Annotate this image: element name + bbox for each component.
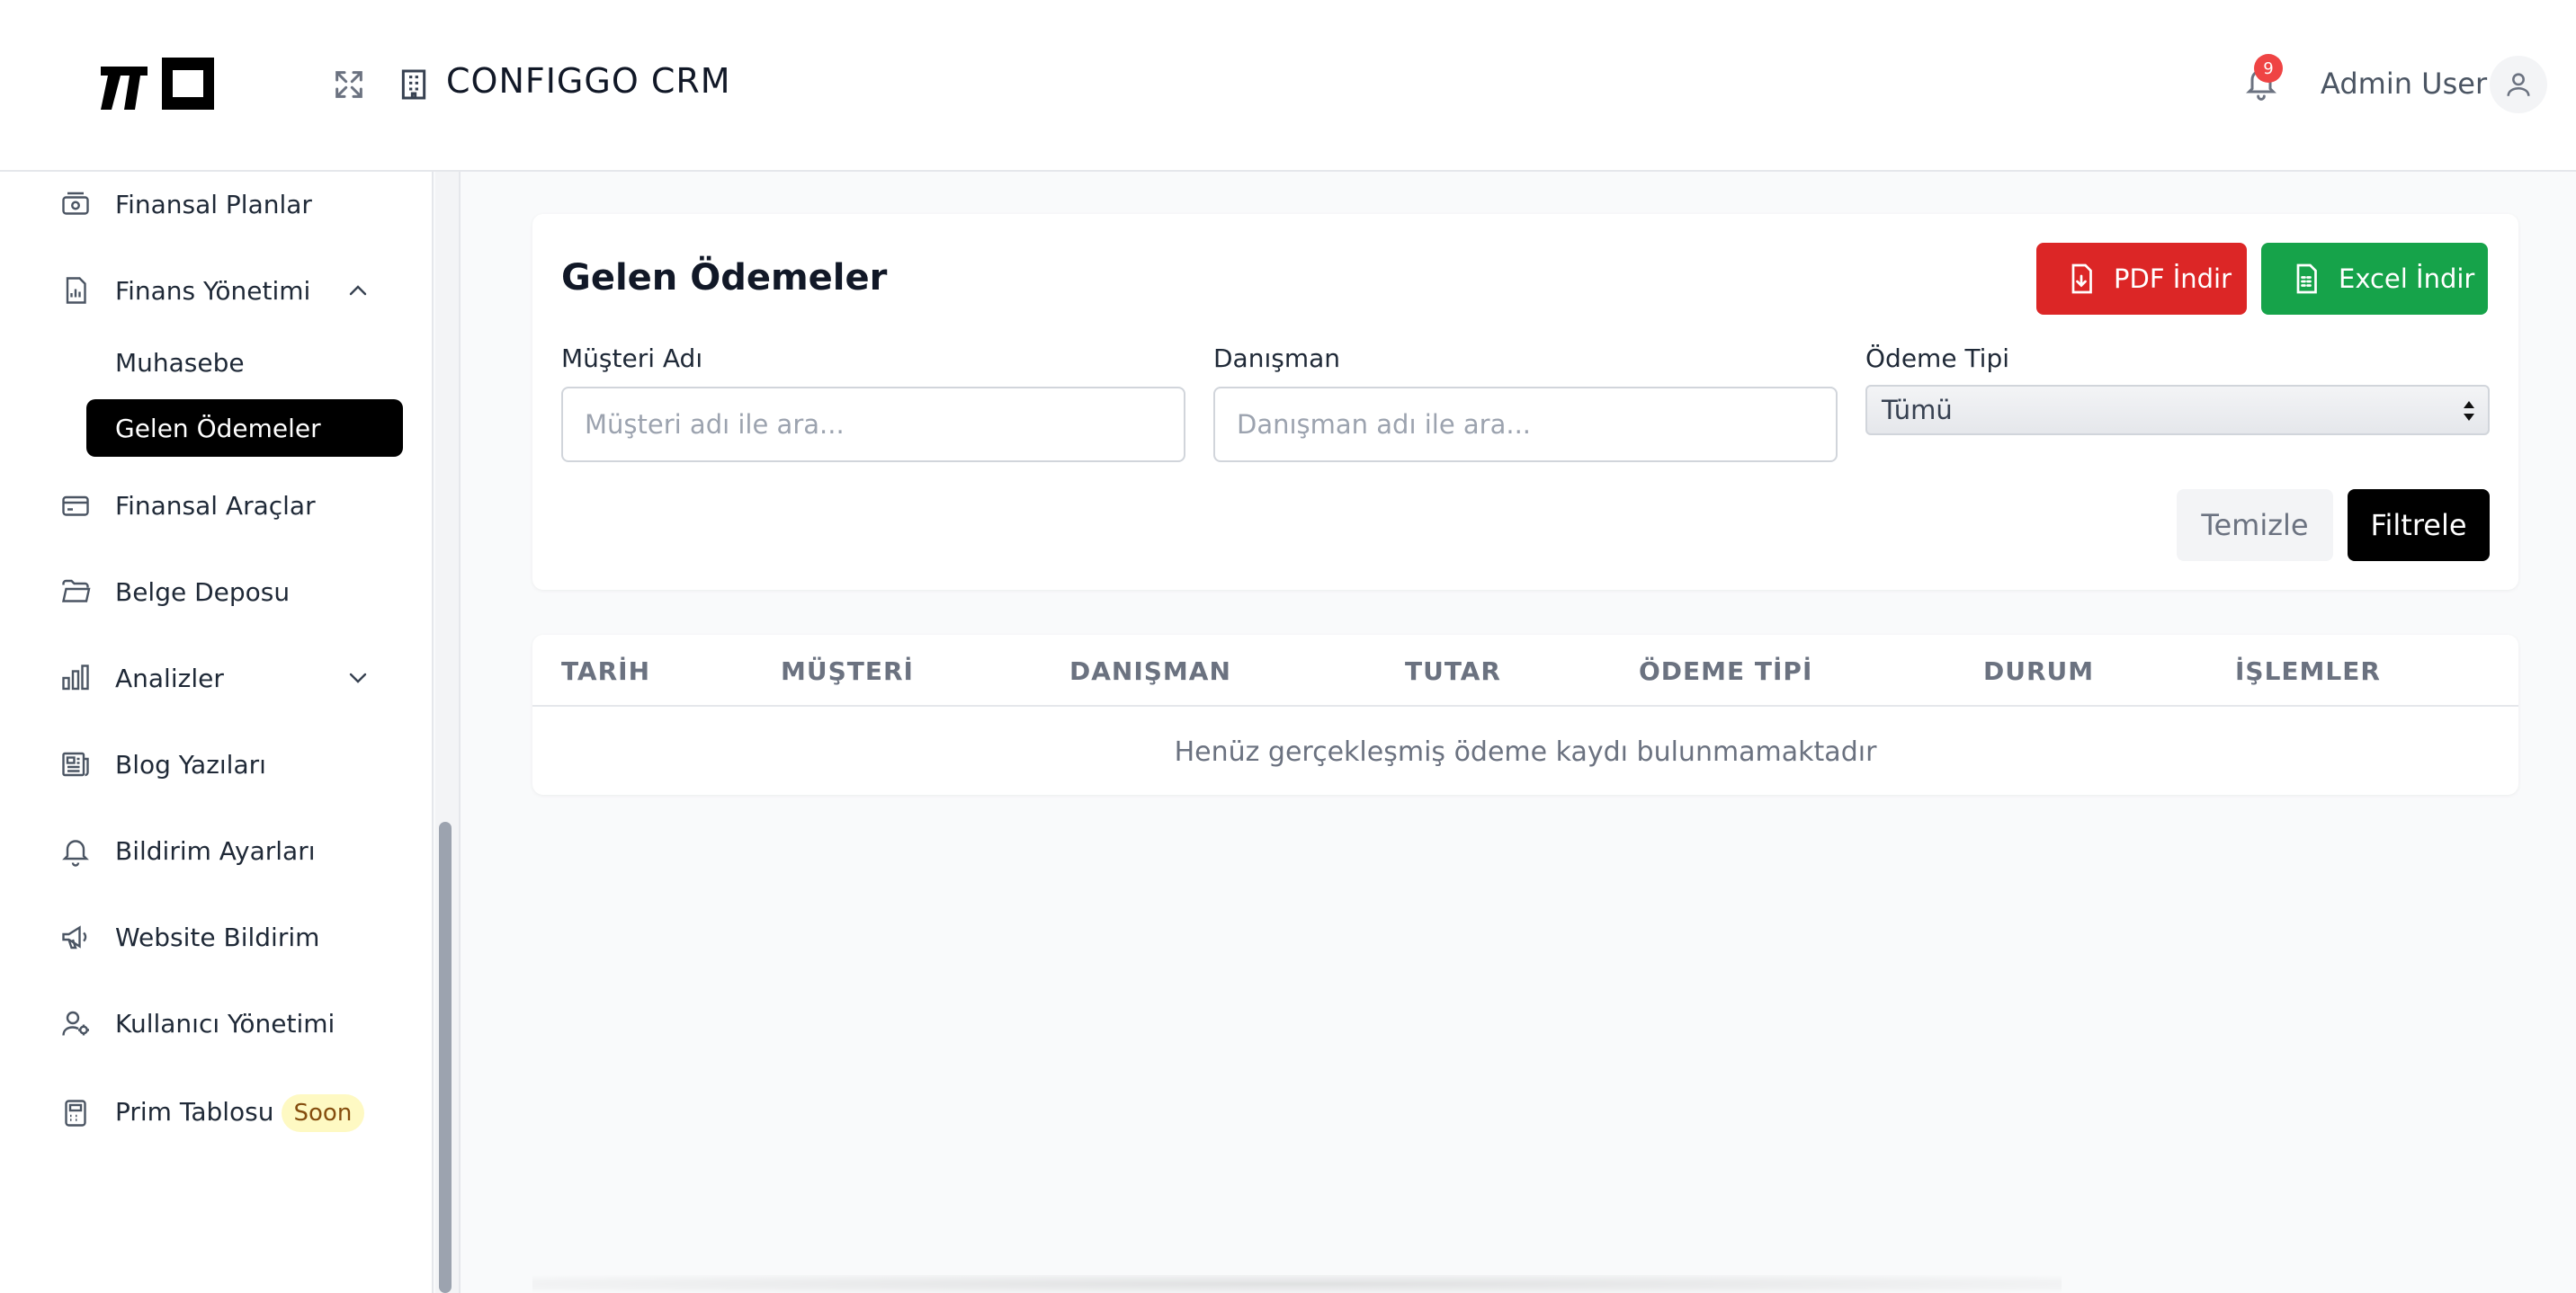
user-avatar[interactable]	[2490, 56, 2547, 113]
user-name[interactable]: Admin User	[2321, 67, 2487, 101]
sidebar-item-label-wrap: Prim Tablosu Soon	[115, 1094, 365, 1132]
newspaper-icon	[62, 752, 89, 777]
chevron-up-icon[interactable]	[344, 276, 372, 305]
pdf-download-label: PDF İndir	[2114, 263, 2232, 294]
sidebar-item-website-bildirim[interactable]: Website Bildirim	[0, 910, 423, 964]
brand-logo[interactable]	[101, 58, 214, 110]
excel-download-label: Excel İndir	[2339, 263, 2475, 294]
sidebar-subitem-label: Muhasebe	[115, 347, 245, 378]
credit-card-icon	[62, 495, 89, 516]
sidebar-item-label: Belge Deposu	[115, 576, 291, 607]
sidebar-item-label: Blog Yazıları	[115, 749, 266, 780]
clear-button[interactable]: Temizle	[2177, 489, 2333, 561]
calculator-icon	[65, 1100, 86, 1127]
select-arrows-icon	[2464, 401, 2474, 421]
sidebar-item-label: Website Bildirim	[115, 922, 320, 952]
spreadsheet-icon	[2296, 263, 2317, 294]
sidebar-item-finans-yonetimi[interactable]: Finans Yönetimi	[0, 263, 423, 317]
sidebar-item-label: Bildirim Ayarları	[115, 835, 316, 866]
sidebar-item-label: Kullanıcı Yönetimi	[115, 1008, 335, 1039]
column-header-amount: TUTAR	[1405, 656, 1501, 686]
sidebar-scrollbar-thumb[interactable]	[439, 822, 452, 1293]
user-cog-icon	[62, 1011, 89, 1036]
page-title: Gelen Ödemeler	[561, 257, 888, 299]
pdf-download-button[interactable]: PDF İndir	[2036, 243, 2247, 315]
analytics-icon	[62, 664, 89, 691]
column-header-date: TARİH	[561, 656, 651, 686]
column-header-status: DURUM	[1983, 656, 2095, 686]
empty-state-message: Henüz gerçekleşmiş ödeme kaydı bulunmama…	[1174, 736, 1877, 768]
sidebar-item-finansal-araclar[interactable]: Finansal Araçlar	[0, 478, 423, 532]
bell-icon	[62, 840, 89, 867]
top-header: CONFIGGO CRM 9 Admin User	[0, 0, 2576, 172]
building-icon	[396, 67, 432, 103]
sidebar: Finansal Planlar Finans Yönetimi Muhaseb…	[0, 172, 434, 1293]
customer-name-input[interactable]	[561, 387, 1185, 462]
main-divider	[459, 172, 461, 1293]
excel-download-button[interactable]: Excel İndir	[2261, 243, 2488, 315]
notification-count-badge: 9	[2254, 54, 2283, 83]
filter-button[interactable]: Filtrele	[2348, 489, 2490, 561]
bar-chart-icon	[66, 277, 86, 304]
payment-type-label: Ödeme Tipi	[1865, 343, 2010, 373]
consultant-input[interactable]	[1213, 387, 1838, 462]
column-header-actions: İŞLEMLER	[2235, 656, 2381, 686]
payments-table: TARİH MÜŞTERİ DANIŞMAN TUTAR ÖDEME TİPİ …	[532, 635, 2518, 795]
sidebar-item-kullanici-yonetimi[interactable]: Kullanıcı Yönetimi	[0, 996, 423, 1050]
sidebar-item-label: Finansal Araçlar	[115, 490, 316, 521]
chevron-down-icon[interactable]	[344, 664, 372, 692]
expand-icon[interactable]	[331, 67, 367, 103]
sidebar-item-label: Analizler	[115, 663, 224, 693]
sidebar-item-bildirim-ayarlari[interactable]: Bildirim Ayarları	[0, 824, 423, 878]
payment-type-select[interactable]: Tümü	[1865, 385, 2490, 435]
sidebar-subitem-muhasebe[interactable]: Muhasebe	[86, 334, 403, 391]
column-header-payment-type: ÖDEME TİPİ	[1639, 656, 1813, 686]
table-header: TARİH MÜŞTERİ DANIŞMAN TUTAR ÖDEME TİPİ …	[532, 635, 2518, 707]
sidebar-item-analizler[interactable]: Analizler	[0, 651, 423, 705]
soon-badge: Soon	[281, 1094, 365, 1132]
user-icon	[2507, 73, 2530, 96]
sidebar-item-finansal-planlar[interactable]: Finansal Planlar	[0, 177, 423, 231]
megaphone-icon	[62, 925, 87, 950]
customer-name-label: Müşteri Adı	[561, 343, 703, 373]
sidebar-item-blog-yazilari[interactable]: Blog Yazıları	[0, 737, 423, 791]
column-header-customer: MÜŞTERİ	[781, 656, 914, 686]
sidebar-item-belge-deposu[interactable]: Belge Deposu	[0, 565, 423, 619]
sidebar-item-label: Finans Yönetimi	[115, 275, 311, 306]
file-download-icon	[2071, 263, 2092, 294]
cash-icon	[62, 192, 89, 215]
column-header-consultant: DANIŞMAN	[1069, 656, 1231, 686]
sidebar-item-label: Finansal Planlar	[115, 189, 312, 219]
folder-icon	[62, 579, 91, 602]
filter-card: Gelen Ödemeler PDF İndir Excel İndir Müş…	[532, 214, 2518, 590]
sidebar-item-label: Prim Tablosu	[115, 1097, 274, 1127]
bottom-shadow	[532, 1275, 2062, 1293]
sidebar-subitem-label: Gelen Ödemeler	[115, 413, 321, 443]
payment-type-value: Tümü	[1882, 395, 1953, 425]
app-title: CONFIGGO CRM	[446, 61, 731, 101]
consultant-label: Danışman	[1213, 343, 1341, 373]
sidebar-item-prim-tablosu[interactable]: Prim Tablosu Soon	[0, 1086, 423, 1140]
sidebar-subitem-gelen-odemeler[interactable]: Gelen Ödemeler	[86, 399, 403, 457]
